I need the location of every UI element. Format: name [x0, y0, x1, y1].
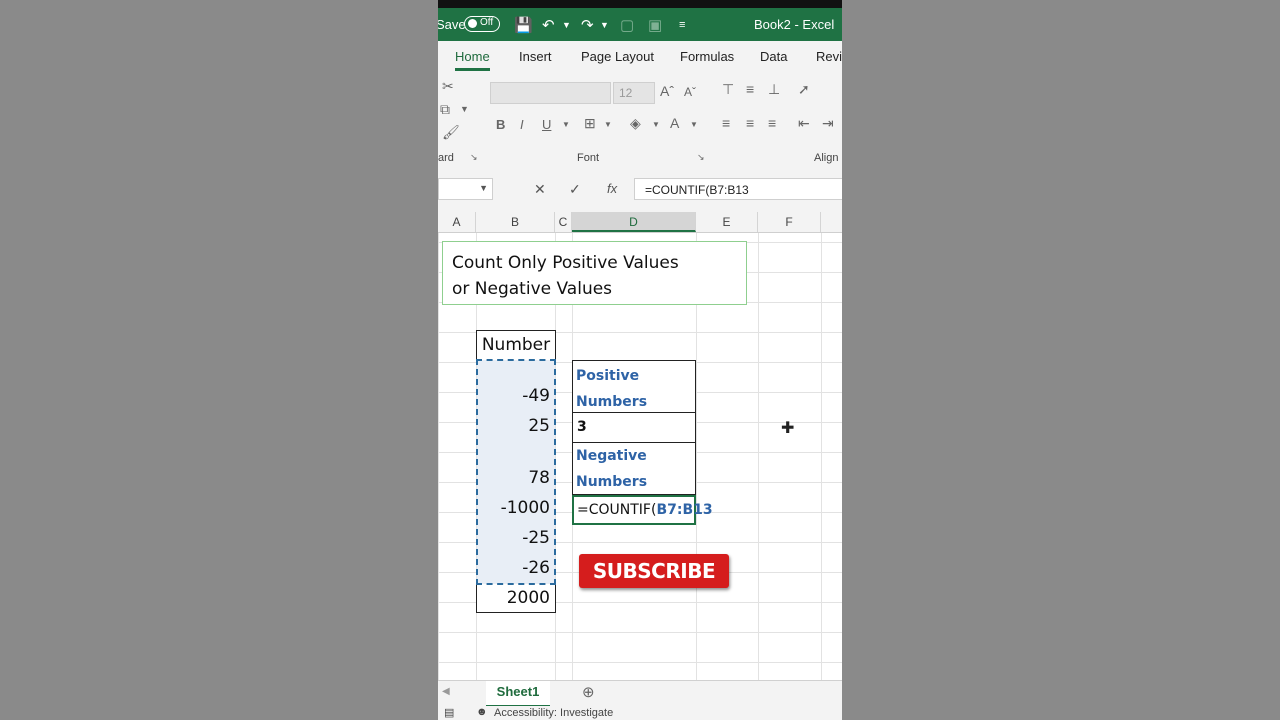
font-name-dropdown[interactable] [490, 82, 611, 104]
screenshot-icon: ▣ [648, 17, 663, 34]
align-center-icon[interactable]: ≡ [746, 115, 754, 131]
formula-bar: ▼ ✕ ✓ fx =COUNTIF(B7:B13 [438, 167, 842, 212]
tab-home[interactable]: Home [455, 49, 490, 71]
group-font: Font [577, 152, 600, 164]
active-formula-cell[interactable]: =COUNTIF(B7:B13 [572, 495, 713, 525]
ribbon-home: ✂ ⧉ ▼ 🖌 12 Aˆ Aˇ B I U ▼ ⊞ ▼ ◈ ▼ A ▼ ⊤ ≡… [438, 73, 842, 168]
column-header-a[interactable]: A [438, 212, 476, 232]
decrease-font-icon[interactable]: Aˇ [684, 85, 696, 99]
name-box-dropdown-icon[interactable]: ▼ [479, 183, 488, 193]
tab-data[interactable]: Data [760, 49, 787, 64]
clipboard-launcher-icon[interactable]: ↘ [470, 152, 478, 163]
title-textbox[interactable]: Count Only Positive Values or Negative V… [442, 241, 747, 305]
excel-window: Save Off 💾 ↶ ▼ ↷ ▼ ▢ ▣ ≡ Book2 - Excel H… [438, 0, 842, 720]
group-clipboard: ard [438, 152, 454, 164]
underline-dropdown-icon[interactable]: ▼ [562, 120, 570, 129]
format-painter-icon[interactable]: 🖌 [442, 124, 460, 141]
accessibility-icon[interactable]: ☻ [476, 706, 488, 718]
font-color-icon[interactable]: A [670, 115, 679, 131]
tab-formulas[interactable]: Formulas [680, 49, 734, 64]
redo-dropdown-icon[interactable]: ▼ [600, 20, 609, 30]
number-cell[interactable]: 2000 [477, 588, 555, 608]
undo-dropdown-icon[interactable]: ▼ [562, 20, 571, 30]
fill-color-icon[interactable]: ◈ [630, 115, 641, 132]
increase-font-icon[interactable]: Aˆ [660, 83, 674, 99]
gridline [758, 232, 759, 680]
decrease-indent-icon[interactable]: ⇤ [798, 115, 810, 132]
column-header-f[interactable]: F [758, 212, 821, 232]
save-icon[interactable]: 💾 [514, 16, 533, 34]
copy-dropdown-icon[interactable]: ▼ [460, 104, 469, 114]
negative-label-cell[interactable]: Negative Numbers [572, 442, 696, 495]
positive-result-cell[interactable]: 3 [572, 412, 696, 443]
sheet-tab-sheet1[interactable]: Sheet1 [486, 681, 550, 707]
copy-marquee-range [476, 359, 556, 585]
group-alignment: Align [814, 152, 839, 164]
increase-indent-icon[interactable]: ⇥ [822, 115, 834, 132]
tab-review[interactable]: Revi [816, 49, 842, 64]
tab-page-layout[interactable]: Page Layout [581, 49, 654, 64]
cell-cursor-icon: ✚ [781, 420, 795, 437]
formula-range-ref: B7:B13 [656, 502, 713, 518]
enter-icon[interactable]: ✓ [569, 181, 581, 198]
autosave-toggle[interactable]: Off [464, 16, 500, 32]
title-line-2: or Negative Values [452, 279, 613, 299]
column-headers: A B C D E F [438, 212, 842, 233]
cancel-icon[interactable]: ✕ [534, 181, 546, 198]
borders-dropdown-icon[interactable]: ▼ [604, 120, 612, 129]
copy-icon[interactable]: ⧉ [440, 101, 450, 118]
accessibility-status[interactable]: Accessibility: Investigate [494, 707, 613, 719]
align-top-icon[interactable]: ⊤ [722, 81, 734, 98]
column-header-d[interactable]: D [572, 212, 696, 232]
negative-label-line-2: Numbers [576, 474, 648, 490]
column-header-c[interactable]: C [555, 212, 572, 232]
gridline [821, 232, 822, 680]
align-bottom-icon[interactable]: ⊥ [768, 81, 780, 98]
bold-icon[interactable]: B [496, 117, 505, 132]
number-header-cell[interactable]: Number [476, 330, 556, 361]
formula-input[interactable]: =COUNTIF(B7:B13 [634, 178, 842, 200]
document-title: Book2 - Excel [754, 17, 835, 32]
formula-prefix: =COUNTIF( [577, 502, 657, 518]
align-middle-icon[interactable]: ≡ [746, 81, 754, 97]
align-right-icon[interactable]: ≡ [768, 115, 776, 131]
negative-label-line-1: Negative [576, 448, 647, 464]
ribbon-tabs: Home Insert Page Layout Formulas Data Re… [438, 41, 842, 73]
toggle-knob [468, 19, 477, 28]
customize-toolbar-icon[interactable]: ≡ [679, 19, 685, 31]
column-header-e[interactable]: E [696, 212, 758, 232]
italic-icon[interactable]: I [520, 117, 524, 132]
autosave-label: Save [438, 17, 466, 32]
status-bar: ▤ ☻ Accessibility: Investigate [438, 706, 842, 720]
font-color-dropdown-icon[interactable]: ▼ [690, 120, 698, 129]
tab-insert[interactable]: Insert [519, 49, 552, 64]
undo-icon[interactable]: ↶ [542, 16, 555, 34]
cut-icon[interactable]: ✂ [442, 78, 454, 95]
form-icon: ▢ [620, 17, 635, 34]
font-size-dropdown[interactable]: 12 [613, 82, 655, 104]
title-bar: Save Off 💾 ↶ ▼ ↷ ▼ ▢ ▣ ≡ Book2 - Excel [438, 8, 842, 41]
sheet-tab-bar: ◀ Sheet1 ⊕ [438, 680, 842, 707]
underline-icon[interactable]: U [542, 117, 551, 132]
title-line-1: Count Only Positive Values [452, 253, 679, 273]
positive-label-line-1: Positive [576, 368, 640, 384]
borders-icon[interactable]: ⊞ [584, 115, 596, 132]
add-sheet-icon[interactable]: ⊕ [582, 683, 595, 701]
cell-mode-icon: ▤ [444, 707, 455, 719]
autosave-state: Off [480, 17, 494, 28]
positive-label-cell[interactable]: Positive Numbers [572, 360, 696, 413]
subscribe-button[interactable]: SUBSCRIBE [579, 554, 729, 588]
name-box[interactable]: ▼ [438, 178, 493, 200]
redo-icon[interactable]: ↷ [581, 16, 594, 34]
column-header-b[interactable]: B [476, 212, 555, 232]
orientation-icon[interactable]: ➚ [798, 81, 810, 98]
font-launcher-icon[interactable]: ↘ [697, 152, 705, 163]
top-border [438, 0, 842, 8]
align-left-icon[interactable]: ≡ [722, 115, 730, 131]
insert-function-icon[interactable]: fx [607, 181, 617, 196]
scroll-sheets-left-icon[interactable]: ◀ [442, 686, 450, 697]
fill-dropdown-icon[interactable]: ▼ [652, 120, 660, 129]
